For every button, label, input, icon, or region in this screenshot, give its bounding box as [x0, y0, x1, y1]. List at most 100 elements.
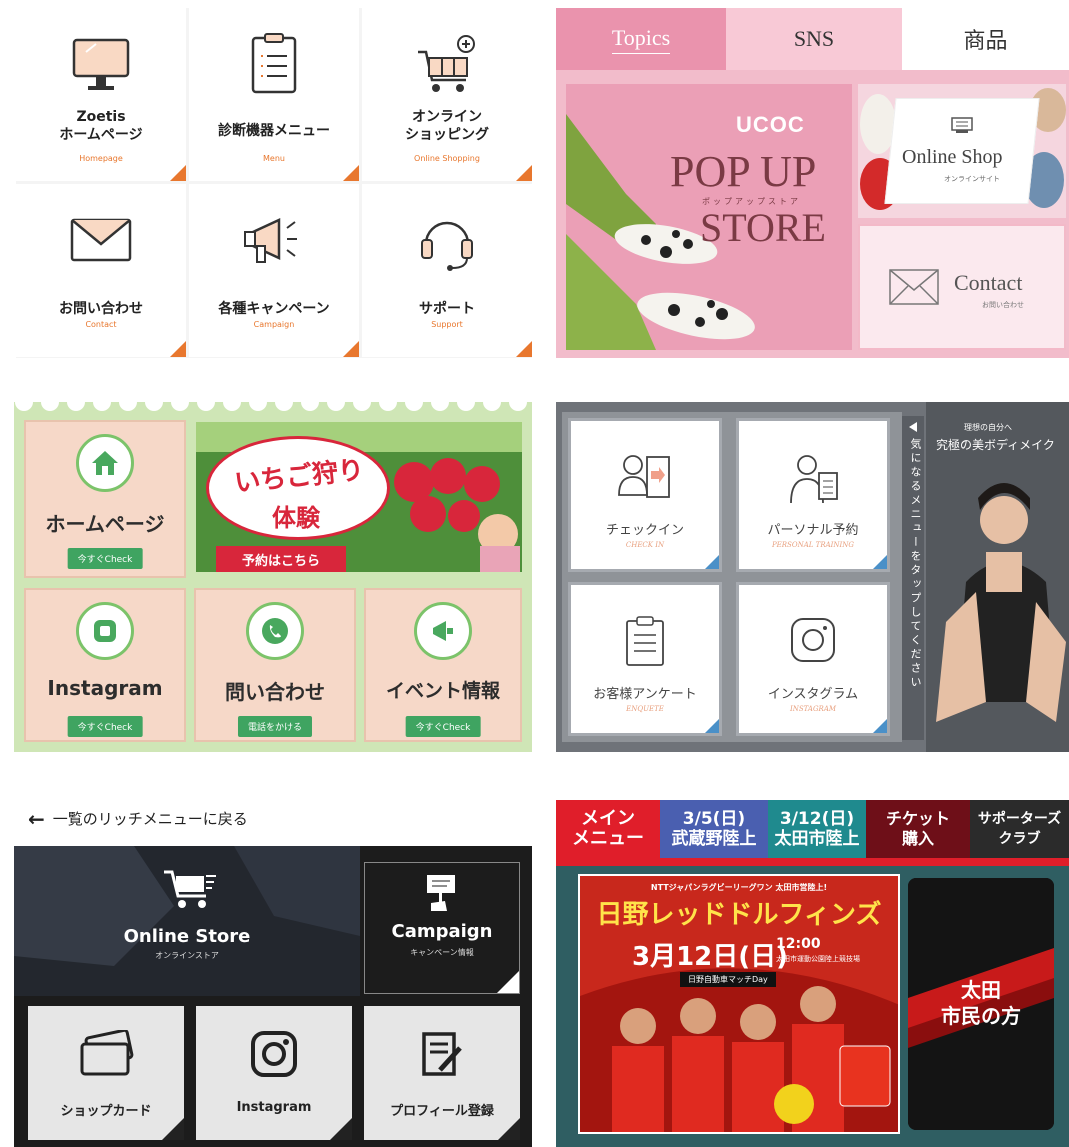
online-shop-button[interactable]: Online Shop オンラインサイト — [858, 84, 1066, 218]
instagram-label: Instagram — [47, 676, 163, 700]
campaign-label: Campaign — [391, 921, 493, 942]
card-sublabel: ENQUETE — [626, 705, 664, 713]
tab-line1: サポーターズ — [977, 811, 1062, 827]
corner-arrow-icon — [343, 165, 359, 181]
tab-musashino[interactable]: 3/5(日) 武蔵野陸上 — [660, 800, 768, 858]
event-sign-button[interactable]: イベント情報 今すぐCheck — [364, 588, 522, 742]
corner-arrow-icon — [170, 341, 186, 357]
scallop-border — [15, 402, 527, 411]
corner-arrow-icon — [498, 1118, 520, 1140]
check-button[interactable]: 今すぐCheck — [405, 716, 481, 737]
tab-line1: チケット — [885, 809, 950, 828]
strawberry-picking-banner[interactable]: いちご狩り 体験 予約はこちら — [196, 422, 522, 572]
brand-logo: UCOC — [736, 112, 805, 137]
card-sublabel: INSTAGRAM — [789, 705, 837, 713]
corner-arrow-icon — [873, 719, 887, 733]
poster-badge: 日野自動車マッチDay — [680, 972, 776, 987]
card-label: パーソナル予約 — [767, 523, 859, 538]
popup-store-rich-menu: Topics SNS 商品 UCOC POP UP ポップアップストア STOR… — [556, 8, 1069, 358]
popup-title-line2: STORE — [700, 205, 826, 250]
survey-clipboard-icon — [623, 615, 667, 669]
header-underline — [556, 858, 1069, 866]
banner-title2: 体験 — [272, 504, 320, 532]
menu-item-support[interactable]: サポート Support — [362, 184, 532, 357]
tab-line2: クラブ — [998, 831, 1041, 847]
reserve-button[interactable]: 予約はこちら — [216, 546, 347, 572]
side-label-line2: 市民の方 — [941, 1004, 1021, 1028]
tab-topics[interactable]: Topics — [556, 8, 726, 70]
ota-residents-button[interactable]: 太田 市民の方 — [908, 878, 1054, 1130]
menu-card-survey[interactable]: お客様アンケート ENQUETE — [568, 582, 722, 736]
menu-item-subtitle: Support — [431, 320, 463, 329]
tab-line1: 3/5(日) — [682, 809, 746, 829]
instagram-button[interactable]: Instagram — [196, 1006, 352, 1140]
online-store-button[interactable]: Online Store オンラインストア — [14, 846, 360, 996]
menu-item-subtitle: Online Shopping — [414, 154, 480, 163]
vertical-hint-text: 気になるメニューをタップしてください — [909, 438, 922, 690]
menu-item-menu[interactable]: 診断機器メニュー Menu — [189, 8, 359, 181]
home-sign-button[interactable]: ホームページ 今すぐCheck — [24, 420, 186, 578]
dark-menu-area: Online Store オンラインストア Campaign キャンペーン情報 … — [14, 846, 532, 1147]
back-link-label: 一覧のリッチメニューに戻る — [52, 810, 248, 828]
check-button[interactable]: 今すぐCheck — [67, 716, 143, 737]
menu-item-title: オンライン ショッピング — [405, 109, 489, 143]
menu-card-personal[interactable]: パーソナル予約 PERSONAL TRAINING — [736, 418, 890, 572]
event-label: イベント情報 — [385, 680, 500, 702]
home-label: ホームページ — [45, 512, 165, 536]
menu-item-campaign[interactable]: 各種キャンペーン Campaign — [189, 184, 359, 357]
contact-label: 問い合わせ — [225, 680, 325, 704]
tab-sns[interactable]: SNS — [726, 8, 902, 70]
menu-item-title: サポート — [419, 301, 475, 317]
campaign-button[interactable]: Campaign キャンペーン情報 — [364, 862, 520, 994]
menu-item-homepage[interactable]: Zoetis ホームページ Homepage — [16, 8, 186, 181]
profile-register-button[interactable]: プロフィール登録 — [364, 1006, 520, 1140]
shop-card-button[interactable]: ショップカード — [28, 1006, 184, 1140]
menu-card-checkin[interactable]: チェックイン CHECK IN — [568, 418, 722, 572]
edit-document-icon — [420, 1030, 464, 1078]
corner-arrow-icon — [705, 719, 719, 733]
card-label: チェックイン — [605, 523, 684, 538]
tab-supporters[interactable]: サポーターズ クラブ — [970, 800, 1069, 858]
instagram-icon — [76, 602, 134, 660]
tab-products[interactable]: 商品 — [902, 8, 1069, 70]
corner-arrow-icon — [497, 971, 519, 993]
contact-button[interactable]: Contact お問い合わせ — [858, 224, 1066, 350]
headset-icon — [412, 206, 482, 276]
contact-sign-button[interactable]: 問い合わせ 電話をかける — [194, 588, 356, 742]
fitness-rich-menu: チェックイン CHECK IN パーソナル予約 PERSONAL TRAININ… — [556, 402, 1069, 752]
trainer-icon — [783, 451, 843, 507]
tab-label: Topics — [611, 25, 671, 54]
poster-top-line: NTTジャパンラグビーリーグワン 太田市営陸上! — [650, 883, 828, 892]
poster-time: 12:00 — [776, 936, 821, 952]
check-button[interactable]: 今すぐCheck — [67, 548, 143, 569]
back-to-list-link[interactable]: ← 一覧のリッチメニューに戻る — [28, 808, 248, 829]
contact-sublabel: お問い合わせ — [982, 301, 1024, 309]
campaign-sublabel: キャンペーン情報 — [410, 948, 474, 957]
shopping-cart-icon — [412, 30, 482, 100]
tab-ticket[interactable]: チケット 購入 — [866, 800, 970, 858]
online-shop-sublabel: オンラインサイト — [944, 175, 1000, 183]
scroll-up-arrow-icon — [909, 422, 917, 432]
menu-card-instagram[interactable]: インスタグラム INSTAGRAM — [736, 582, 890, 736]
tile-label: Instagram — [236, 1100, 312, 1115]
rugby-rich-menu: メイン メニュー 3/5(日) 武蔵野陸上 3/12(日) 太田市陸上 チケット… — [556, 800, 1069, 1147]
monitor-icon — [66, 30, 136, 100]
corner-arrow-icon — [873, 555, 887, 569]
online-store-sublabel: オンラインストア — [155, 951, 219, 960]
poster-venue: 太田市運動公園陸上競技場 — [776, 955, 860, 963]
menu-item-shopping[interactable]: オンライン ショッピング Online Shopping — [362, 8, 532, 181]
menu-item-title: Zoetis ホームページ — [59, 109, 143, 143]
card-sublabel: PERSONAL TRAINING — [771, 541, 855, 549]
call-button[interactable]: 電話をかける — [237, 716, 313, 737]
popup-store-banner[interactable]: UCOC POP UP ポップアップストア STORE — [566, 84, 852, 350]
tab-line2: 太田市陸上 — [774, 829, 860, 849]
menu-item-contact[interactable]: お問い合わせ Contact — [16, 184, 186, 357]
tab-ota[interactable]: 3/12(日) 太田市陸上 — [768, 800, 866, 858]
tagline-small: 理想の自分へ — [964, 423, 1012, 432]
home-icon — [76, 434, 134, 492]
match-poster-banner[interactable]: NTTジャパンラグビーリーグワン 太田市営陸上! 日野レッドドルフィンズ 3月1… — [578, 874, 900, 1134]
instagram-sign-button[interactable]: Instagram 今すぐCheck — [24, 588, 186, 742]
tagline: 究極の美ボディメイク — [936, 438, 1055, 452]
vertical-hint-bar: 気になるメニューをタップしてください — [902, 416, 924, 740]
tab-main-menu[interactable]: メイン メニュー — [556, 800, 660, 858]
